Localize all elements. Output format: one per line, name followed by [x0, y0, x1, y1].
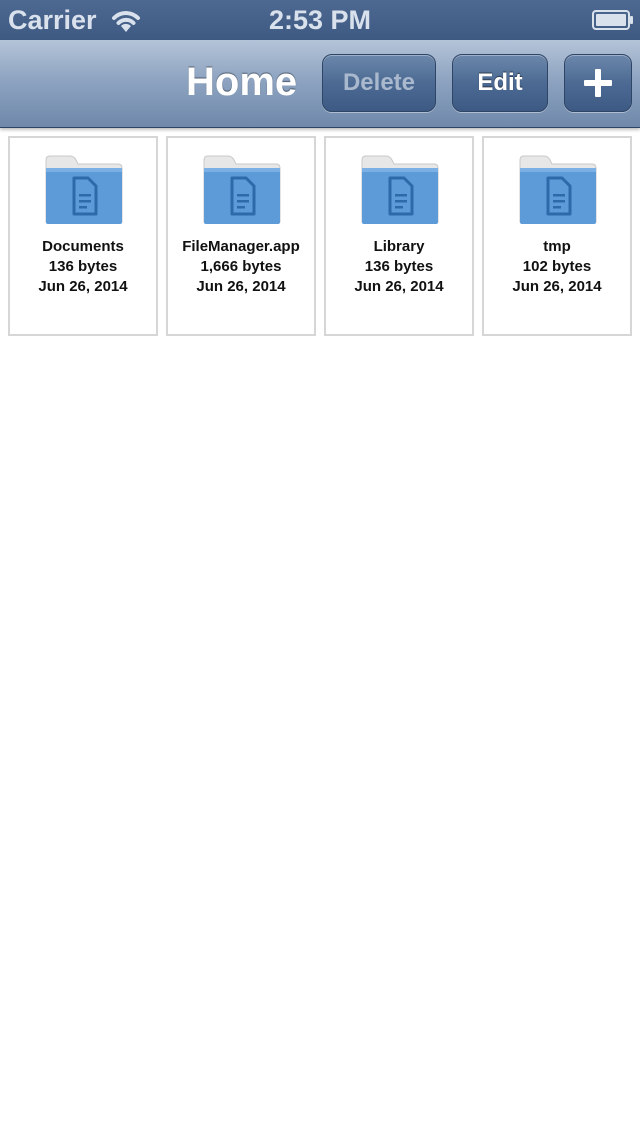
file-size: 136 bytes	[364, 258, 434, 275]
file-item-documents[interactable]: Documents 136 bytes Jun 26, 2014	[8, 136, 158, 336]
file-item-tmp[interactable]: tmp 102 bytes Jun 26, 2014	[482, 136, 632, 336]
file-size: 1,666 bytes	[200, 258, 282, 275]
clock: 2:53 PM	[268, 5, 372, 35]
file-date: Jun 26, 2014	[512, 278, 602, 295]
file-date: Jun 26, 2014	[196, 278, 286, 295]
file-item-filemanager-app[interactable]: FileManager.app 1,666 bytes Jun 26, 2014	[166, 136, 316, 336]
file-name: Library	[373, 238, 425, 255]
navigation-bar: Home Delete Edit	[0, 40, 640, 128]
file-date: Jun 26, 2014	[354, 278, 444, 295]
status-bar: Carrier 2:53 PM	[0, 0, 640, 40]
file-name: FileManager.app	[182, 238, 300, 255]
folder-icon	[361, 155, 439, 224]
page-title: Home	[186, 60, 298, 104]
file-size: 136 bytes	[48, 258, 118, 275]
file-name: tmp	[543, 238, 571, 255]
edit-button[interactable]: Edit	[452, 54, 548, 112]
delete-button[interactable]: Delete	[322, 54, 436, 112]
folder-icon	[45, 155, 123, 224]
file-size: 102 bytes	[522, 258, 592, 275]
plus-icon	[584, 69, 612, 97]
edit-button-label: Edit	[477, 69, 523, 96]
file-name: Documents	[42, 238, 124, 255]
add-button[interactable]	[564, 54, 632, 112]
folder-icon	[203, 155, 281, 224]
delete-button-label: Delete	[342, 69, 416, 96]
file-date: Jun 26, 2014	[38, 278, 128, 295]
folder-icon	[519, 155, 597, 224]
battery-icon	[592, 10, 633, 30]
file-item-library[interactable]: Library 136 bytes Jun 26, 2014	[324, 136, 474, 336]
